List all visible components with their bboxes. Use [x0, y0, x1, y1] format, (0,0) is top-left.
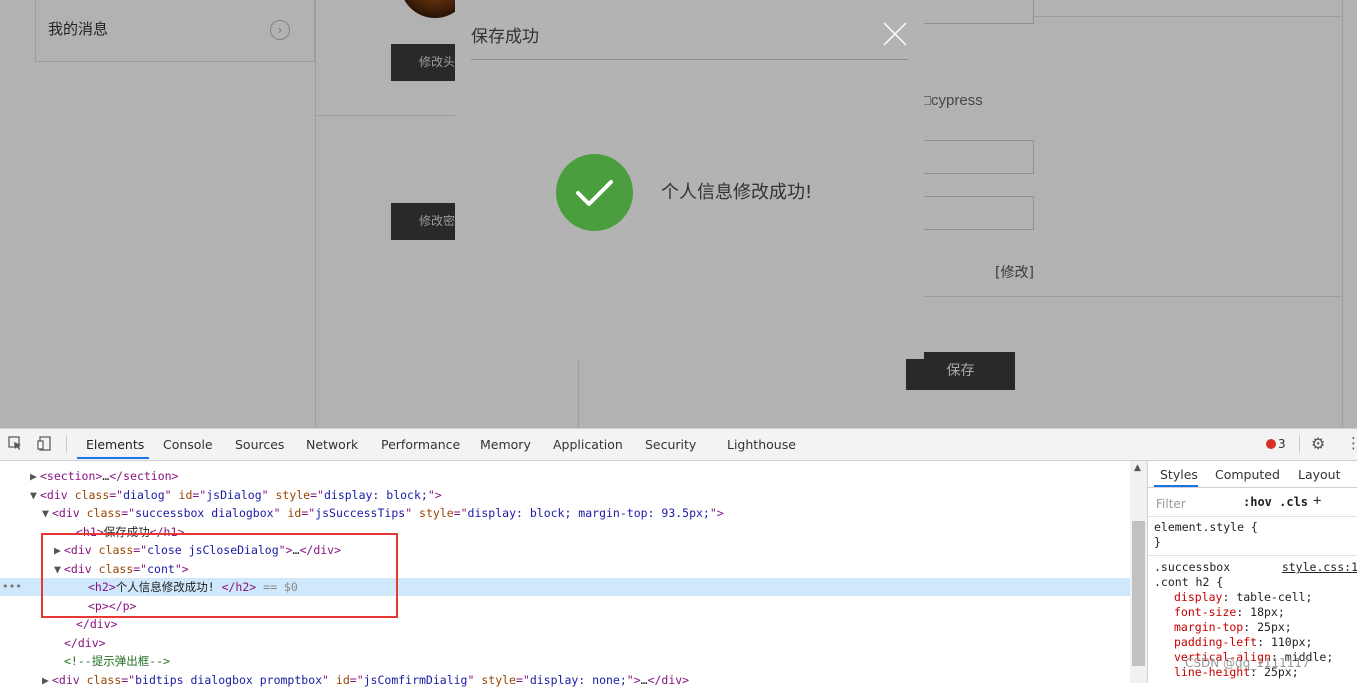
tab-styles[interactable]: Styles — [1160, 467, 1198, 482]
css-property-name: margin-top — [1174, 620, 1244, 634]
close-brace: } — [1154, 535, 1161, 549]
divider — [1148, 516, 1357, 517]
device-toolbar-icon[interactable] — [37, 436, 52, 455]
source-link[interactable]: style.css:1 — [1282, 560, 1357, 574]
css-property-value: : 110px; — [1257, 635, 1313, 649]
tab-performance[interactable]: Performance — [381, 437, 460, 452]
css-selector: .cont h2 { — [1154, 575, 1224, 589]
more-icon[interactable]: ••• — [2, 578, 22, 596]
tab-security[interactable]: Security — [645, 437, 696, 452]
dom-node-line[interactable]: ▶ <div class="bidtips dialogbox promptbox… — [0, 671, 1130, 689]
tab-computed[interactable]: Computed — [1215, 467, 1280, 482]
css-property-name: padding-left — [1174, 635, 1258, 649]
dialog-title: 保存成功 — [471, 27, 539, 47]
devtools-panel: Elements Console Sources Network Perform… — [0, 428, 1357, 687]
tab-lighthouse[interactable]: Lighthouse — [727, 437, 796, 452]
add-rule-icon[interactable]: + — [1313, 493, 1321, 509]
success-check-icon — [556, 154, 633, 231]
scrollbar-thumb[interactable] — [1132, 521, 1145, 666]
success-dialog: 保存成功 个人信息修改成功! — [455, 0, 924, 359]
css-selector: .successbox — [1154, 560, 1231, 574]
expand-triangle-icon[interactable]: ▶ — [42, 671, 52, 689]
error-icon — [1266, 439, 1276, 449]
dom-node-markup: </div> — [76, 617, 118, 631]
dom-node-markup: </div> — [64, 635, 106, 650]
dom-node-line[interactable]: ▼ <div class="successbox dialogbox" id="j… — [0, 504, 1130, 522]
more-options-icon[interactable]: ⋮ — [1346, 434, 1357, 452]
active-tab-indicator — [1154, 485, 1198, 487]
styles-filter-input[interactable]: Filter — [1156, 497, 1186, 511]
divider — [1148, 555, 1357, 556]
tab-network[interactable]: Network — [306, 437, 358, 452]
dom-node-markup: <section>…</section> — [40, 469, 179, 483]
dialog-divider — [471, 59, 908, 60]
success-message: 个人信息修改成功! — [661, 182, 813, 203]
styles-pane: Styles Computed Layout Filter :hov .cls … — [1147, 461, 1357, 683]
watermark: CSDN @qq_1111117 — [1185, 656, 1310, 670]
tab-console[interactable]: Console — [163, 437, 213, 452]
scroll-up-arrow-icon[interactable]: ▲ — [1134, 463, 1141, 473]
expand-triangle-icon[interactable]: ▼ — [42, 504, 52, 522]
expand-triangle-icon[interactable]: ▶ — [30, 467, 40, 485]
css-property[interactable]: display: table-cell; — [1174, 590, 1312, 605]
css-property[interactable]: padding-left: 110px; — [1174, 635, 1312, 650]
css-property-name: display — [1174, 590, 1223, 604]
close-icon[interactable] — [883, 22, 907, 46]
tab-layout[interactable]: Layout — [1298, 467, 1341, 482]
css-property[interactable]: font-size: 18px; — [1174, 605, 1285, 620]
error-badge[interactable]: 3 — [1266, 437, 1286, 451]
hov-cls-toggle[interactable]: :hov .cls — [1243, 495, 1308, 509]
dom-node-line[interactable]: ▶ <section>…</section> — [0, 467, 1130, 485]
tab-elements[interactable]: Elements — [86, 437, 144, 452]
tab-sources[interactable]: Sources — [235, 437, 284, 452]
dom-node-markup: <div class="bidtips dialogbox promptbox"… — [52, 672, 690, 687]
css-property-value: : 25px; — [1243, 620, 1292, 634]
divider — [1299, 435, 1300, 453]
css-property-value: : 18px; — [1236, 605, 1285, 619]
dom-node-markup: <div class="dialog" id="jsDialog" style=… — [40, 487, 442, 502]
highlight-box — [41, 533, 398, 618]
dom-node-line[interactable]: </div> — [0, 634, 1130, 652]
tab-application[interactable]: Application — [553, 437, 623, 452]
divider — [66, 435, 67, 453]
expand-triangle-icon[interactable]: ▼ — [30, 486, 40, 504]
element-style-rule: element.style { — [1154, 520, 1258, 534]
css-property-name: font-size — [1174, 605, 1237, 619]
active-tab-indicator — [77, 457, 149, 459]
tab-memory[interactable]: Memory — [480, 437, 531, 452]
gear-icon[interactable]: ⚙ — [1311, 434, 1325, 453]
dom-node-markup: <div class="successbox dialogbox" id="js… — [52, 506, 724, 520]
css-property-value: : table-cell; — [1222, 590, 1313, 604]
dom-node-line[interactable]: ▼ <div class="dialog" id="jsDialog" style… — [0, 486, 1130, 504]
dom-node-markup: <!--提示弹出框--> — [64, 654, 170, 668]
devtools-toolbar: Elements Console Sources Network Perform… — [0, 429, 1357, 461]
dom-node-line[interactable]: <!--提示弹出框--> — [0, 652, 1130, 670]
css-property[interactable]: margin-top: 25px; — [1174, 620, 1292, 635]
error-count: 3 — [1278, 437, 1286, 451]
inspect-element-icon[interactable] — [8, 436, 23, 455]
styles-tabs: Styles Computed Layout — [1148, 461, 1357, 488]
